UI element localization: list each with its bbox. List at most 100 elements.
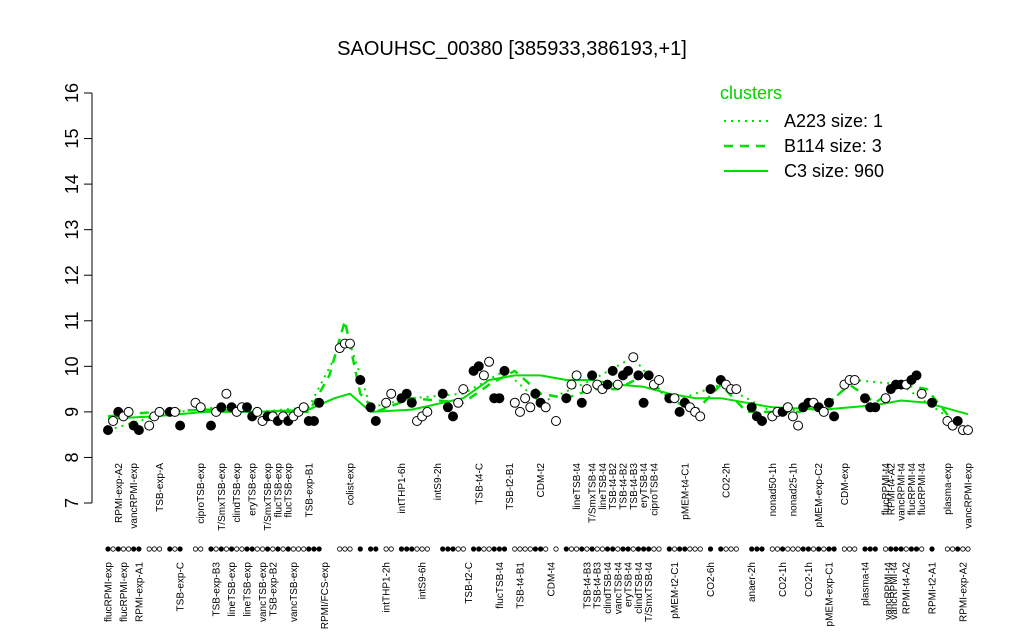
- rug-marker: [625, 546, 631, 552]
- data-point: [499, 365, 510, 376]
- x-tick-label: CDM-exp: [840, 463, 851, 506]
- data-point: [551, 416, 561, 426]
- rug-marker: [816, 546, 822, 552]
- x-tick-label: TSB-exp-B1: [304, 463, 315, 518]
- rug-marker: [862, 546, 868, 552]
- rug-marker: [218, 546, 224, 552]
- rug-marker: [893, 546, 899, 552]
- rug-marker: [599, 546, 606, 552]
- data-point: [458, 384, 469, 395]
- rug-marker: [579, 546, 585, 552]
- rug-marker: [110, 546, 116, 552]
- rug-marker: [635, 546, 642, 552]
- data-point: [540, 402, 551, 413]
- x-tick-label: T/SmxTSB-exp: [217, 463, 228, 531]
- chart-canvas: SAOUHSC_00380 [385933,386193,+1] 7 8 9 10 11…: [62, 38, 975, 630]
- data-point: [612, 379, 623, 390]
- rug-marker: [280, 546, 286, 552]
- rug-marker: [682, 546, 688, 552]
- data-point: [422, 406, 433, 417]
- rug-marker: [254, 546, 260, 552]
- rug-marker: [419, 546, 425, 552]
- data-point: [169, 406, 180, 417]
- rug-marker: [295, 546, 302, 552]
- rug-marker: [594, 546, 600, 552]
- rug-marker: [316, 546, 322, 552]
- x-tick-label: CO2-1h: [804, 562, 815, 597]
- rug-marker: [573, 546, 580, 552]
- rug-marker: [347, 546, 353, 552]
- x-tick-label: ciproTSB-t4: [649, 463, 660, 516]
- rug-marker: [908, 546, 915, 552]
- rug-marker: [919, 546, 925, 552]
- x-tick-label: flucTSB-t4: [495, 562, 506, 609]
- legend-label: A223 size: 1: [784, 111, 883, 131]
- x-tick-label: RPMI/FCS-exp: [320, 562, 331, 630]
- data-point: [442, 402, 453, 413]
- data-point: [437, 388, 448, 399]
- rug-marker: [929, 546, 935, 552]
- rug-marker: [846, 546, 853, 552]
- rug-marker: [852, 546, 858, 552]
- rug-marker: [424, 546, 430, 552]
- y-tick-label: 11: [62, 311, 82, 330]
- x-tick-label: lineTSB-exp: [227, 562, 238, 617]
- x-tick-label: TSB-t4-C: [474, 463, 485, 505]
- data-point: [473, 361, 484, 372]
- x-tick-label: lineTSB-exp: [243, 562, 254, 617]
- data-point: [298, 402, 309, 413]
- data-point: [515, 406, 525, 417]
- x-tick-label: RPMI-exp-A2: [958, 562, 969, 622]
- rug-marker: [198, 546, 204, 552]
- data-point: [757, 416, 767, 426]
- rug-marker: [640, 546, 647, 552]
- y-tick-label: 15: [62, 129, 82, 149]
- rug-marker: [481, 546, 487, 552]
- data-point: [793, 420, 804, 431]
- rug-marker: [882, 546, 889, 552]
- data-point: [963, 425, 973, 436]
- rug-marker: [131, 546, 137, 552]
- rug-marker: [960, 546, 966, 552]
- data-point: [530, 388, 541, 399]
- rug-marker: [470, 546, 477, 552]
- data-point: [587, 370, 598, 381]
- rug-marker: [666, 546, 672, 552]
- rug-marker: [656, 546, 662, 552]
- rug-marker: [306, 546, 312, 552]
- data-point: [566, 379, 577, 390]
- rug-marker: [244, 546, 250, 552]
- data-point: [602, 379, 613, 390]
- rug-marker: [383, 546, 389, 552]
- x-tick-label: TSB-t2-B1: [505, 463, 516, 510]
- rug-marker: [790, 546, 796, 552]
- x-tick-label: flucRPMI-t4: [917, 463, 928, 516]
- data-point: [509, 397, 520, 408]
- x-tick-label: TSB-exp-B2: [268, 562, 279, 617]
- rug-marker: [903, 546, 909, 552]
- data-point: [448, 411, 458, 422]
- rug-marker: [512, 546, 518, 552]
- x-tick-label: intS9-6h: [418, 562, 429, 599]
- rug-marker: [527, 546, 533, 552]
- x-tick-label: vancRPMI-exp: [964, 463, 975, 529]
- data-point: [849, 375, 860, 385]
- data-point: [453, 397, 464, 408]
- rug-marker: [759, 546, 765, 552]
- rug-marker: [687, 546, 693, 552]
- data-point: [108, 416, 119, 426]
- rug-marker: [769, 546, 775, 552]
- rug-marker: [234, 546, 240, 552]
- data-point: [484, 356, 495, 367]
- x-tick-label: vancTSB-exp: [289, 562, 300, 622]
- data-point: [782, 402, 793, 413]
- rug-marker: [126, 546, 132, 552]
- rug-marker: [630, 546, 636, 552]
- data-point: [133, 425, 144, 436]
- x-tick-label: flucRPMI-exp: [104, 562, 115, 622]
- x-tick-label: clindTSB-exp: [232, 463, 243, 523]
- rug-marker: [460, 546, 466, 552]
- rug-marker: [105, 546, 111, 552]
- rug-marker: [398, 546, 405, 552]
- data-point: [787, 411, 798, 422]
